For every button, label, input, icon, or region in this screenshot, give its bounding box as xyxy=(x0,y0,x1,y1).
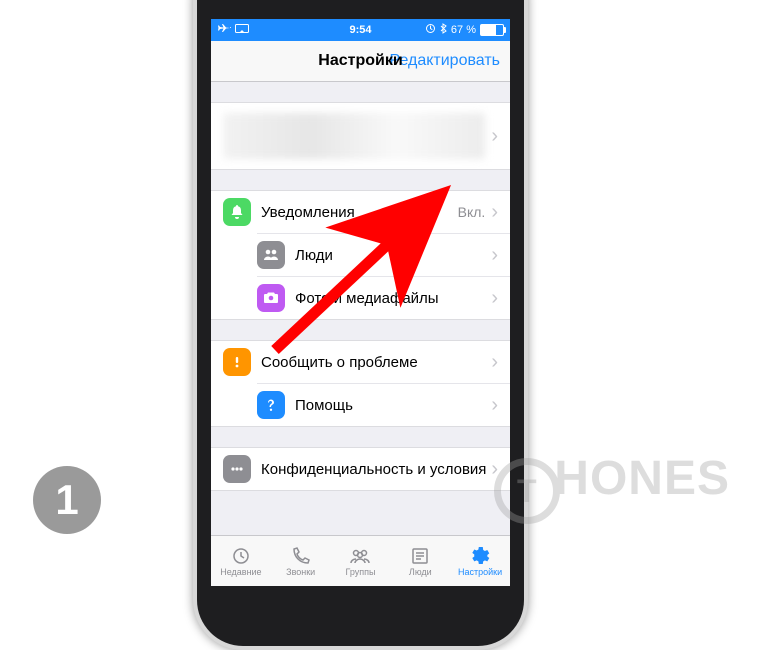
settings-row[interactable]: Конфиденциальность и условия› xyxy=(211,448,510,490)
tab-calls[interactable]: Звонки xyxy=(271,536,331,586)
tab-bar: Недавние Звонки Группы Люди Настройки xyxy=(211,535,510,586)
people-icon xyxy=(257,241,285,269)
settings-group: Сообщить о проблеме›Помощь› xyxy=(211,340,510,427)
settings-group: Конфиденциальность и условия› xyxy=(211,447,510,491)
settings-group: УведомленияВкл.›Люди›Фото и медиафайлы› xyxy=(211,190,510,320)
profile-row[interactable]: › xyxy=(211,103,510,169)
bluetooth-icon xyxy=(440,23,447,37)
chevron-right-icon: › xyxy=(491,125,498,148)
tab-settings[interactable]: Настройки xyxy=(450,536,510,586)
row-label: Люди xyxy=(295,247,491,264)
dots-icon xyxy=(223,455,251,483)
nav-bar: Настройки Редактировать xyxy=(211,41,510,82)
settings-row[interactable]: Фото и медиафайлы› xyxy=(257,276,510,319)
chevron-right-icon: › xyxy=(491,458,498,481)
profile-info-blurred xyxy=(223,113,485,159)
row-value: Вкл. xyxy=(458,204,486,220)
battery-icon xyxy=(480,24,504,36)
edit-button[interactable]: Редактировать xyxy=(389,52,500,70)
settings-row[interactable]: Сообщить о проблеме› xyxy=(211,341,510,383)
tab-recent[interactable]: Недавние xyxy=(211,536,271,586)
settings-row[interactable]: Люди› xyxy=(257,233,510,276)
tab-label: Недавние xyxy=(220,567,261,577)
chevron-right-icon: › xyxy=(491,244,498,267)
chevron-right-icon: › xyxy=(491,394,498,417)
bell-icon xyxy=(223,198,251,226)
screen: 9:54 67 % Настройки Редактировать ›Уведо… xyxy=(211,19,510,586)
settings-group: › xyxy=(211,102,510,170)
step-badge: 1 xyxy=(33,466,101,534)
chevron-right-icon: › xyxy=(491,201,498,224)
row-label: Уведомления xyxy=(261,204,458,221)
settings-content: ›УведомленияВкл.›Люди›Фото и медиафайлы›… xyxy=(211,102,510,491)
rotation-lock-icon xyxy=(425,23,436,37)
settings-row[interactable]: УведомленияВкл. › xyxy=(211,191,510,233)
chevron-right-icon: › xyxy=(491,287,498,310)
row-label: Сообщить о проблеме xyxy=(261,354,491,371)
phone-bezel: 9:54 67 % Настройки Редактировать ›Уведо… xyxy=(197,0,524,646)
help-icon xyxy=(257,391,285,419)
status-bar: 9:54 67 % xyxy=(211,19,510,41)
row-label: Конфиденциальность и условия xyxy=(261,461,491,478)
tab-label: Люди xyxy=(409,567,432,577)
settings-row[interactable]: Помощь› xyxy=(257,383,510,426)
tab-label: Группы xyxy=(345,567,375,577)
screen-mirror-icon xyxy=(235,24,249,37)
airplane-icon xyxy=(217,23,231,38)
watermark: THONES xyxy=(494,451,730,525)
phone-frame: 9:54 67 % Настройки Редактировать ›Уведо… xyxy=(193,0,528,650)
tab-groups[interactable]: Группы xyxy=(331,536,391,586)
tab-label: Звонки xyxy=(286,567,315,577)
tab-label: Настройки xyxy=(458,567,502,577)
row-label: Фото и медиафайлы xyxy=(295,290,491,307)
step-number: 1 xyxy=(55,476,78,524)
chevron-right-icon: › xyxy=(491,351,498,374)
row-label: Помощь xyxy=(295,397,491,414)
alert-icon xyxy=(223,348,251,376)
camera-icon xyxy=(257,284,285,312)
battery-pct: 67 % xyxy=(451,24,476,36)
tab-people[interactable]: Люди xyxy=(390,536,450,586)
